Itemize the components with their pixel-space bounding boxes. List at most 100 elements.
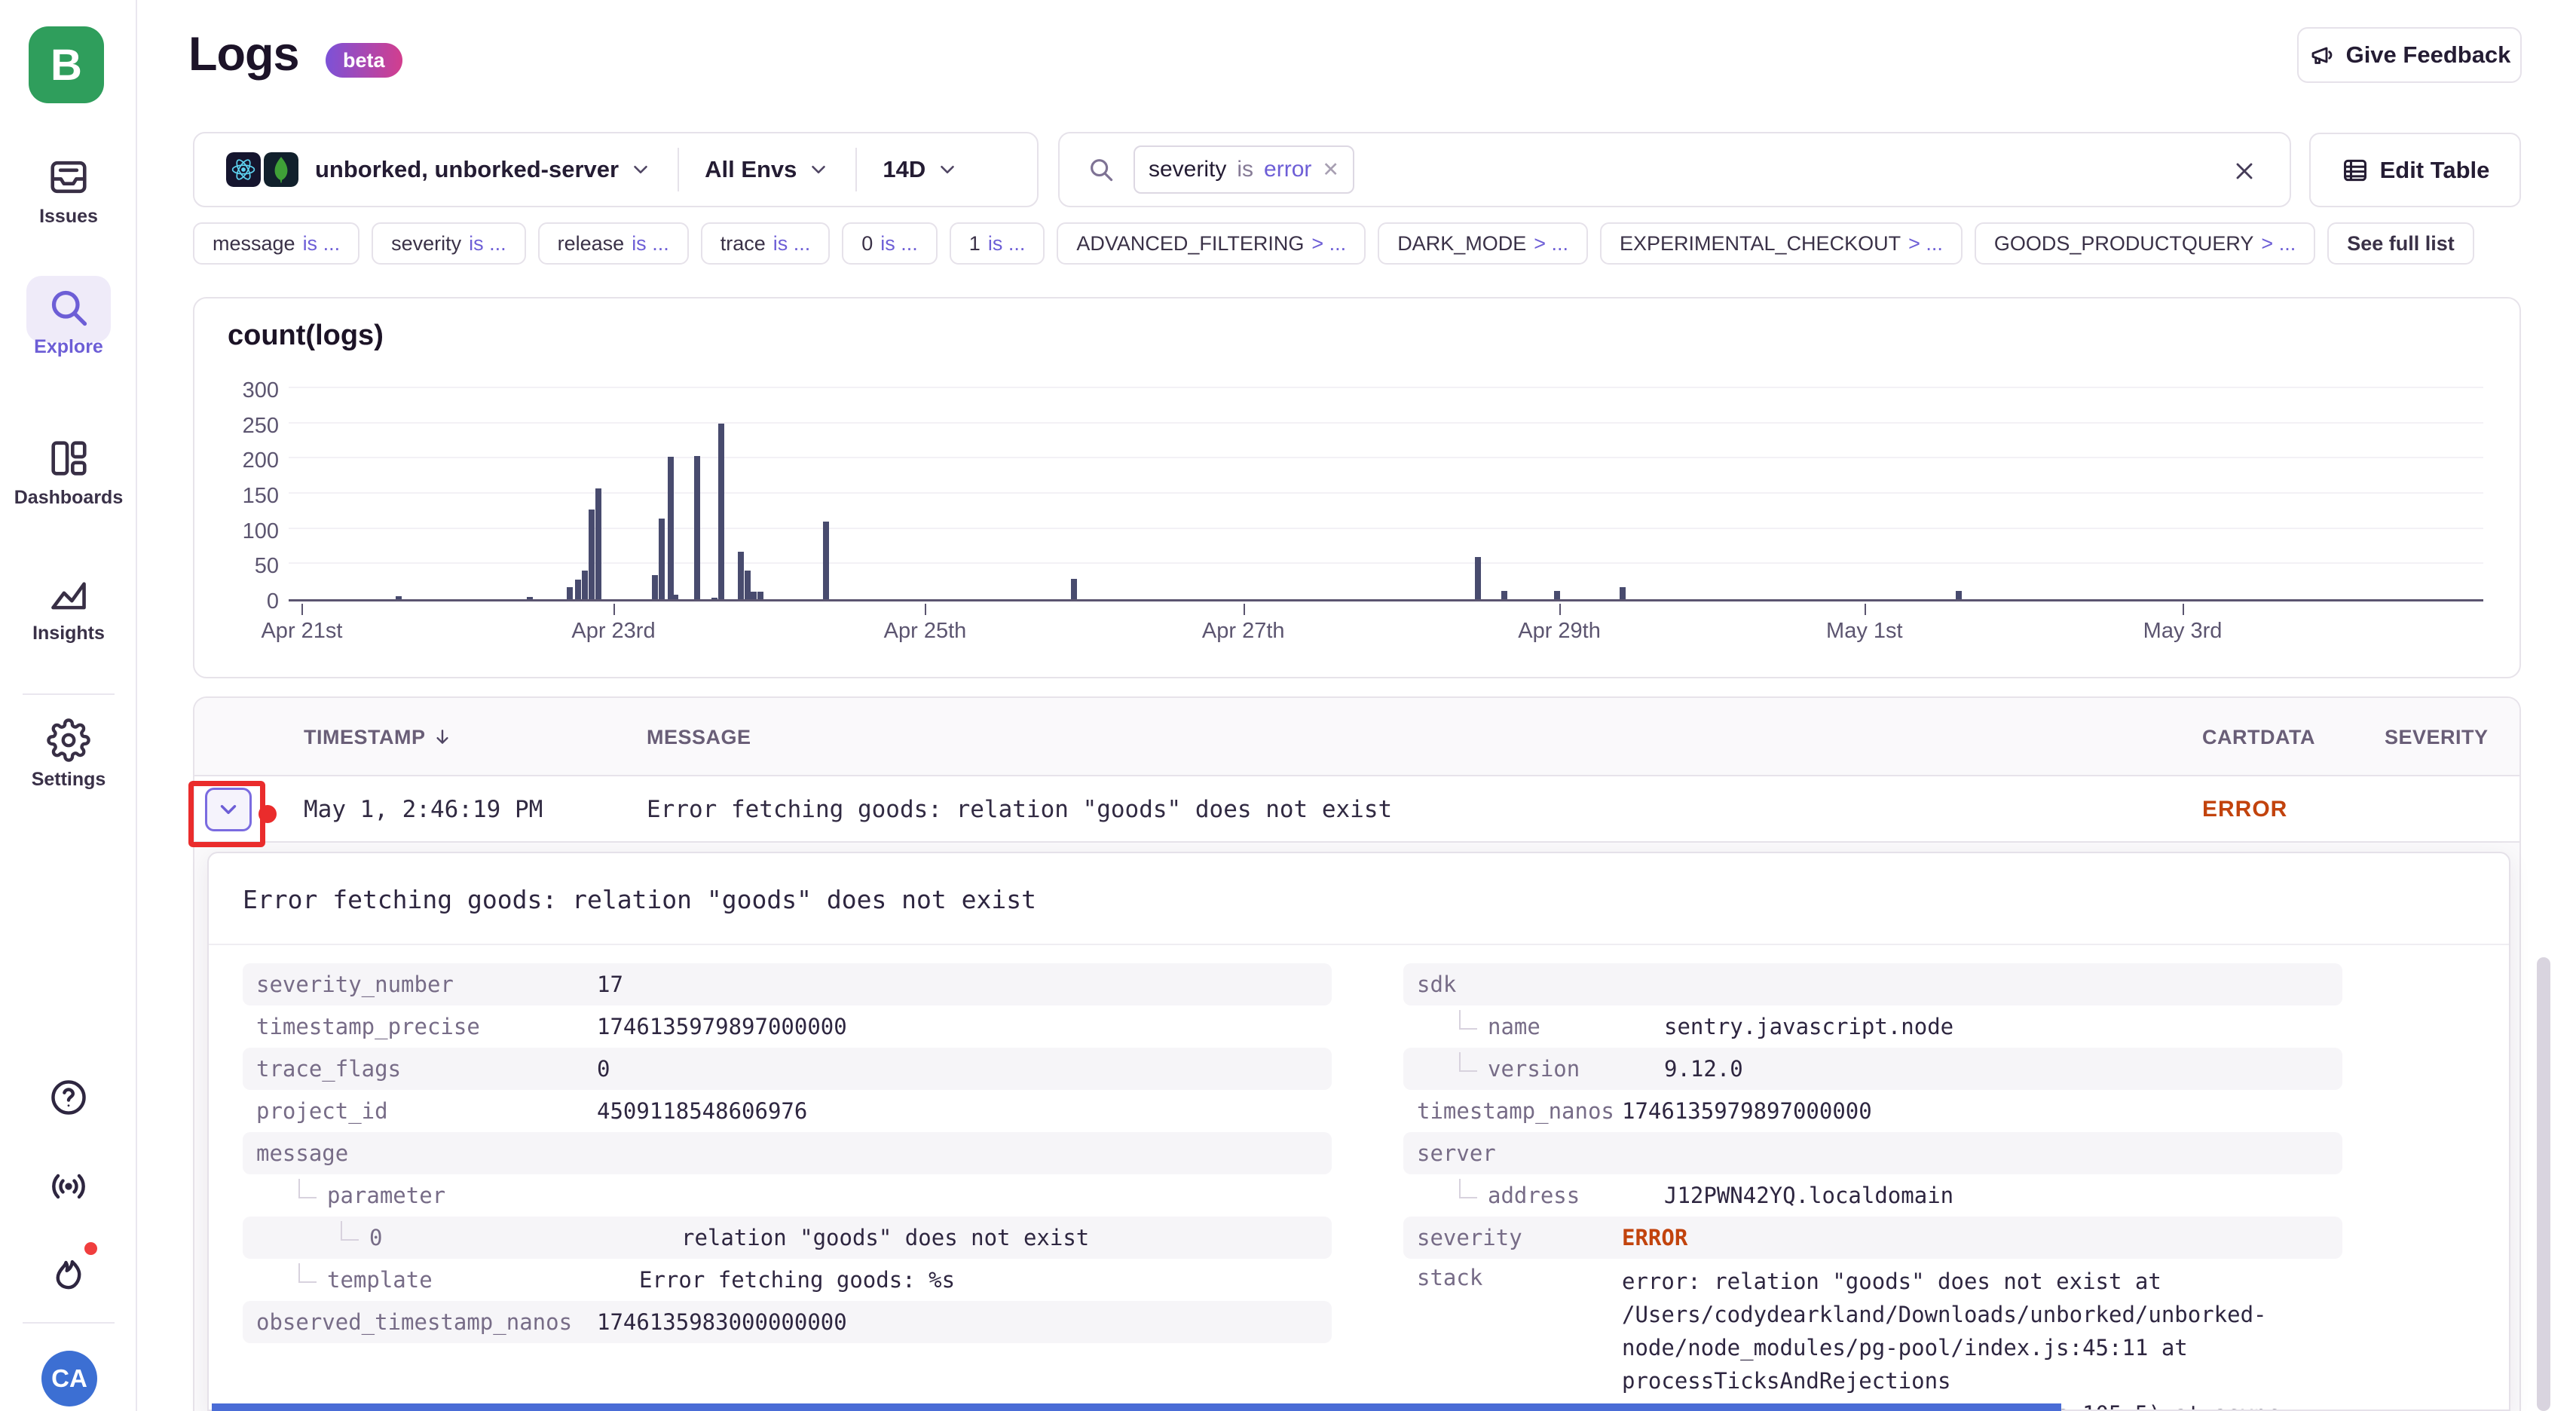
chart-plot-area <box>289 390 2483 601</box>
project-selector[interactable]: unborked, unborked-server <box>315 156 619 183</box>
chart-bar <box>527 597 533 599</box>
sidebar-item-dashboards[interactable]: Dashboards <box>0 436 137 509</box>
detail-key: observed_timestamp_nanos <box>243 1309 597 1335</box>
log-table-row[interactable]: May 1, 2:46:19 PM Error fetching goods: … <box>194 776 2519 843</box>
chip-key: 1 <box>969 232 981 256</box>
detail-value: 17 <box>597 972 623 997</box>
filter-chip[interactable]: EXPERIMENTAL_CHECKOUT> ... <box>1600 222 1963 265</box>
column-header-message[interactable]: MESSAGE <box>647 698 751 776</box>
help-button[interactable] <box>0 1076 137 1119</box>
environment-selector[interactable]: All Envs <box>705 156 797 183</box>
token-operator: is <box>1237 157 1253 182</box>
chart-bar <box>751 592 757 599</box>
x-tick-mark <box>613 604 615 615</box>
x-tick-mark <box>1865 604 1866 615</box>
column-header-cartdata[interactable]: CARTDATA <box>2202 698 2315 776</box>
filter-chip[interactable]: releaseis ... <box>538 222 689 265</box>
token-remove-icon[interactable]: ✕ <box>1322 158 1339 182</box>
edit-table-label: Edit Table <box>2380 157 2490 184</box>
give-feedback-label: Give Feedback <box>2346 41 2511 69</box>
y-tick-label: 150 <box>243 484 279 509</box>
detail-row: version9.12.0 <box>1403 1048 2342 1090</box>
edit-table-button[interactable]: Edit Table <box>2309 133 2521 207</box>
detail-key: message <box>243 1140 597 1166</box>
chart-bar <box>1071 579 1077 599</box>
chip-key: EXPERIMENTAL_CHECKOUT <box>1620 232 1901 256</box>
filter-chip[interactable]: severityis ... <box>372 222 526 265</box>
search-icon <box>1087 155 1115 184</box>
logs-count-chart: count(logs) 050100150200250300 Apr 21stA… <box>193 297 2521 678</box>
vertical-scrollbar[interactable] <box>2537 957 2550 1411</box>
y-axis-labels: 050100150200250300 <box>210 390 279 601</box>
sidebar-item-insights[interactable]: Insights <box>0 571 137 644</box>
chip-key: See full list <box>2347 232 2455 256</box>
x-axis-labels: Apr 21stApr 23rdApr 25thApr 27thApr 29th… <box>289 619 2483 649</box>
chip-condition: is ... <box>988 232 1026 256</box>
search-filter-token[interactable]: severity is error ✕ <box>1134 145 1354 194</box>
column-label: CARTDATA <box>2202 726 2315 749</box>
chart-bar <box>589 510 595 599</box>
give-feedback-button[interactable]: Give Feedback <box>2297 27 2522 83</box>
filter-chip[interactable]: messageis ... <box>193 222 359 265</box>
broadcast-button[interactable] <box>0 1165 137 1207</box>
expand-row-button[interactable] <box>205 788 252 831</box>
token-value: error <box>1264 157 1311 182</box>
filter-chip[interactable]: 1 is ... <box>950 222 1045 265</box>
token-key: severity <box>1149 157 1226 182</box>
broadcast-icon <box>47 1165 90 1207</box>
chart-bar <box>1956 591 1962 599</box>
detail-key: 0 <box>327 1225 681 1250</box>
tree-elbow <box>341 1221 359 1241</box>
filter-chip[interactable]: DARK_MODE> ... <box>1378 222 1588 265</box>
row-timestamp: May 1, 2:46:19 PM <box>304 776 543 843</box>
x-tick-label: Apr 21st <box>261 619 342 644</box>
chevron-down-icon <box>807 158 830 181</box>
gridline <box>289 387 2483 388</box>
filter-chip[interactable]: ADVANCED_FILTERING> ... <box>1057 222 1366 265</box>
chip-key: GOODS_PRODUCTQUERY <box>1994 232 2254 256</box>
sidebar-item-issues[interactable]: Issues <box>0 155 137 228</box>
filter-chip[interactable]: GOODS_PRODUCTQUERY > ... <box>1975 222 2315 265</box>
chart-bar <box>396 596 402 599</box>
detail-key: version <box>1446 1056 1664 1082</box>
sort-desc-icon <box>432 727 453 748</box>
filter-chip[interactable]: See full list <box>2327 222 2474 265</box>
detail-key: timestamp_precise <box>243 1014 597 1039</box>
detail-key: trace_flags <box>243 1056 597 1082</box>
sidebar-item-label: Explore <box>34 336 103 358</box>
page-title: Logs <box>188 27 299 81</box>
org-logo[interactable]: B <box>29 26 104 103</box>
detail-row: 0relation "goods" does not exist <box>243 1217 1332 1259</box>
x-tick-label: Apr 23rd <box>571 619 655 644</box>
gear-icon <box>46 718 91 763</box>
user-avatar[interactable]: CA <box>41 1351 97 1406</box>
whats-new-fire-icon <box>47 1250 90 1292</box>
detail-row: server <box>1403 1132 2342 1174</box>
column-label: TIMESTAMP <box>304 726 426 749</box>
log-search-input[interactable]: severity is error ✕ <box>1058 132 2291 207</box>
table-icon <box>2341 156 2369 185</box>
chart-bar <box>694 456 700 599</box>
date-range-selector[interactable]: 14D <box>883 156 925 183</box>
clear-search-button[interactable] <box>2225 152 2264 191</box>
chip-condition: > ... <box>1311 232 1346 256</box>
sidebar-item-explore[interactable]: Explore <box>0 285 137 358</box>
y-tick-label: 250 <box>243 414 279 439</box>
whats-new-button[interactable] <box>0 1250 137 1292</box>
chip-key: 0 <box>861 232 873 256</box>
sidebar-item-settings[interactable]: Settings <box>0 718 137 791</box>
next-row-focus-bar <box>212 1403 2061 1411</box>
filter-chip[interactable]: 0 is ... <box>842 222 938 265</box>
chip-condition: > ... <box>2261 232 2296 256</box>
chart-bar <box>823 522 829 599</box>
chart-bar <box>652 575 658 599</box>
filter-chip[interactable]: traceis ... <box>701 222 831 265</box>
x-tick-mark <box>1244 604 1245 615</box>
gridline <box>289 457 2483 458</box>
sidebar-item-label: Settings <box>32 769 106 791</box>
column-header-severity[interactable]: SEVERITY <box>2385 698 2489 776</box>
chip-condition: is ... <box>880 232 918 256</box>
column-header-timestamp[interactable]: TIMESTAMP <box>304 698 453 776</box>
sidebar-divider <box>23 1322 115 1324</box>
detail-row: project_id4509118548606976 <box>243 1090 1332 1132</box>
